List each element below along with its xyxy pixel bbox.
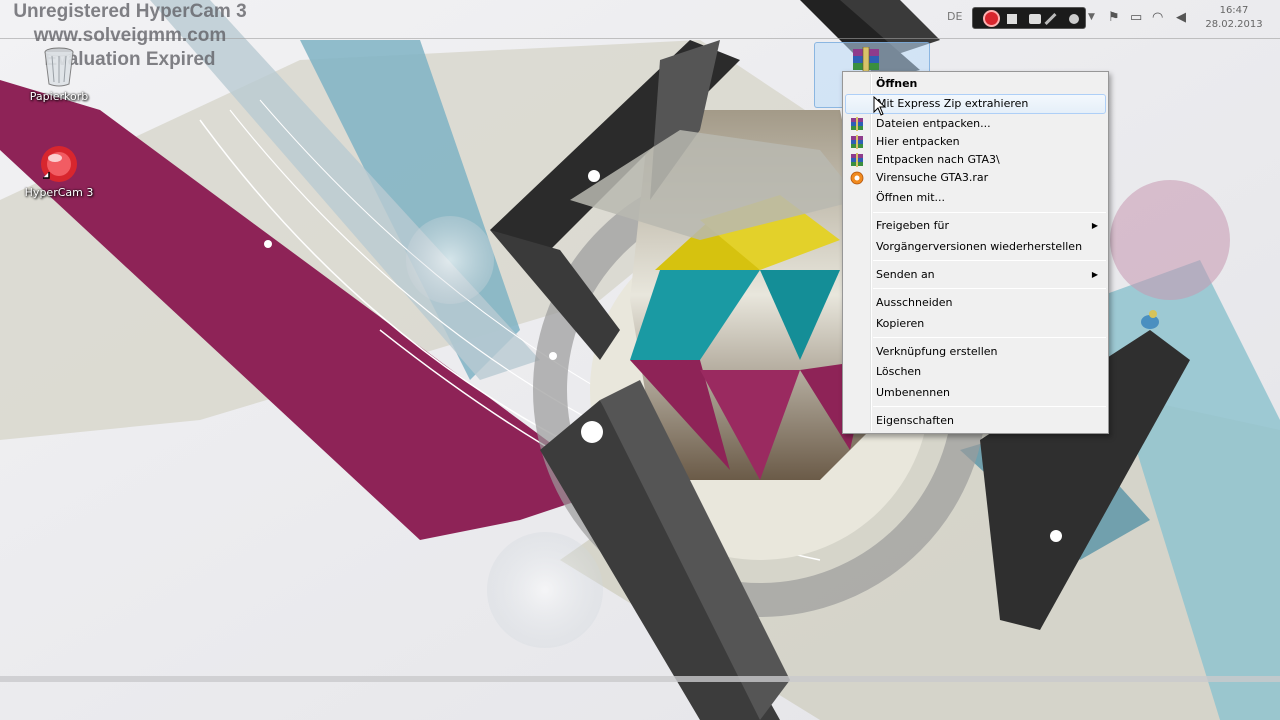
mute-icon[interactable]: [1044, 12, 1057, 26]
tray-expand-icon[interactable]: ▼: [1088, 12, 1095, 22]
menu-item-extract-here[interactable]: Hier entpacken: [845, 132, 1106, 152]
file-context-menu: Öffnen Mit Express Zip extrahieren Datei…: [842, 71, 1109, 434]
desktop-icon-label: HyperCam 3: [24, 186, 94, 199]
menu-item-restore-previous-versions[interactable]: Vorgängerversionen wiederherstellen: [845, 237, 1106, 257]
hypercam-icon: [41, 146, 77, 182]
menu-item-label: Eigenschaften: [876, 414, 954, 427]
menu-item-label: Vorgängerversionen wiederherstellen: [876, 240, 1083, 253]
menu-item-properties[interactable]: Eigenschaften: [845, 411, 1106, 431]
menu-item-extract-files[interactable]: Dateien entpacken...: [845, 114, 1106, 134]
menu-item-label: Öffnen: [876, 77, 918, 90]
menu-item-copy[interactable]: Kopieren: [845, 314, 1106, 334]
winrar-archive-icon: [853, 47, 879, 73]
winrar-icon: [851, 153, 863, 167]
menu-item-rename[interactable]: Umbenennen: [845, 383, 1106, 403]
menu-item-label: Verknüpfung erstellen: [876, 345, 998, 358]
menu-item-label: Hier entpacken: [876, 135, 960, 148]
menu-item-label: Dateien entpacken...: [876, 117, 991, 130]
menu-item-extract-to-folder[interactable]: Entpacken nach GTA3\: [845, 150, 1106, 170]
menu-separator: [873, 260, 1106, 261]
recycle-bin-icon: [44, 47, 74, 87]
watermark-line-1: Unregistered HyperCam 3: [13, 1, 247, 22]
menu-item-open-with[interactable]: Öffnen mit...: [845, 188, 1106, 208]
menu-item-create-shortcut[interactable]: Verknüpfung erstellen: [845, 342, 1106, 362]
wifi-icon[interactable]: ◠: [1152, 10, 1163, 25]
menu-item-label: Kopieren: [876, 317, 925, 330]
menu-separator: [873, 406, 1106, 407]
menu-item-label: Öffnen mit...: [876, 191, 946, 204]
antivirus-icon: [850, 171, 864, 185]
camera-icon[interactable]: [1029, 14, 1041, 24]
clock-date: 28.02.2013: [1205, 19, 1263, 30]
menu-item-cut[interactable]: Ausschneiden: [845, 293, 1106, 313]
desktop-icon-label: Papierkorb: [29, 90, 89, 103]
winrar-icon: [851, 135, 863, 149]
menu-item-label: Ausschneiden: [876, 296, 953, 309]
menu-item-label: Entpacken nach GTA3\: [876, 153, 1000, 166]
menu-item-label: Mit Express Zip extrahieren: [877, 97, 1029, 110]
mouse-cursor-icon: [873, 96, 887, 116]
battery-icon[interactable]: ▭: [1130, 10, 1142, 25]
hypercam-recorder-toolbar: [972, 7, 1086, 29]
menu-item-label: Löschen: [876, 365, 922, 378]
menu-item-delete[interactable]: Löschen: [845, 362, 1106, 382]
desktop-icon-hypercam[interactable]: HyperCam 3: [14, 144, 104, 199]
menu-separator: [873, 288, 1106, 289]
desktop-icon-recycle-bin[interactable]: Papierkorb: [14, 44, 104, 103]
flag-icon[interactable]: ⚑: [1108, 10, 1120, 25]
language-indicator[interactable]: DE: [947, 10, 962, 23]
menu-item-send-to[interactable]: Senden an ▶: [845, 265, 1106, 285]
stop-button[interactable]: [1007, 14, 1017, 24]
clock-time: 16:47: [1219, 5, 1249, 16]
menu-item-label: Senden an: [876, 268, 935, 281]
menu-item-open[interactable]: Öffnen: [845, 74, 1106, 94]
menu-item-label: Virensuche GTA3.rar: [876, 171, 989, 184]
menu-separator: [873, 212, 1106, 213]
volume-icon[interactable]: ◀: [1176, 10, 1186, 25]
menu-item-virus-scan[interactable]: Virensuche GTA3.rar: [845, 168, 1106, 188]
submenu-arrow-icon: ▶: [1091, 221, 1098, 230]
menu-separator: [873, 337, 1106, 338]
menu-item-label: Freigeben für: [876, 219, 949, 232]
menu-item-label: Umbenennen: [876, 386, 950, 399]
settings-icon[interactable]: [1069, 14, 1079, 24]
submenu-arrow-icon: ▶: [1091, 270, 1098, 279]
menu-item-share-with[interactable]: Freigeben für ▶: [845, 216, 1106, 236]
pause-record-button[interactable]: [983, 10, 1000, 27]
winrar-icon: [851, 117, 863, 131]
taskbar-clock[interactable]: 16:47 28.02.2013: [1200, 4, 1268, 32]
